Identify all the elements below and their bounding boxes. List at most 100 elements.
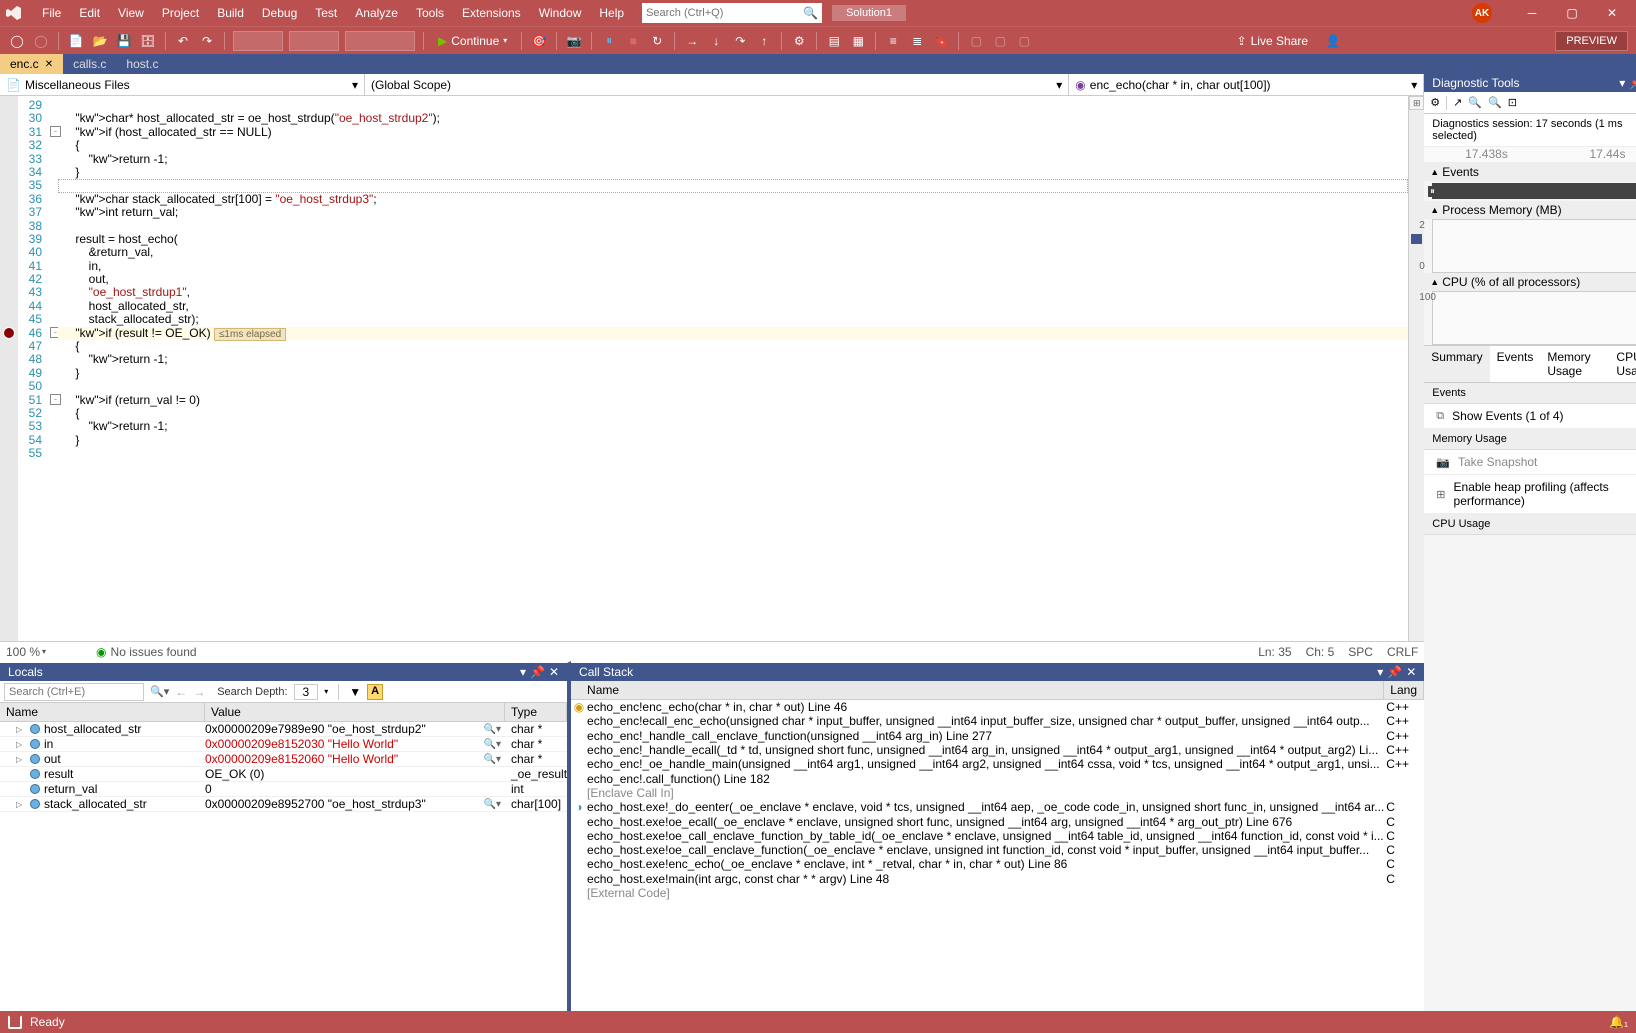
menu-file[interactable]: File bbox=[34, 3, 69, 23]
nav-back-icon[interactable]: ← bbox=[175, 685, 187, 699]
menu-help[interactable]: Help bbox=[591, 3, 632, 23]
nav-back-icon[interactable]: ◯ bbox=[8, 32, 26, 50]
open-icon[interactable]: 📂 bbox=[91, 32, 109, 50]
debug-target-icon[interactable]: 🎯 bbox=[530, 32, 548, 50]
diag-tab[interactable]: CPU Usage bbox=[1609, 346, 1636, 382]
doc-tab[interactable]: host.c bbox=[116, 54, 168, 74]
highlight-icon[interactable]: A bbox=[367, 684, 383, 700]
tool4-icon[interactable]: ≡ bbox=[884, 32, 902, 50]
close-icon[interactable]: ✕ bbox=[549, 665, 559, 679]
diag-tab[interactable]: Events bbox=[1490, 346, 1541, 382]
cs-hdr-lang[interactable]: Lang bbox=[1384, 681, 1424, 699]
callstack-row[interactable]: echo_host.exe!oe_call_enclave_function_b… bbox=[571, 829, 1424, 843]
filter-icon[interactable]: ▼ bbox=[349, 685, 361, 699]
locals-search-input[interactable] bbox=[4, 683, 144, 701]
menu-analyze[interactable]: Analyze bbox=[347, 3, 406, 23]
locals-row[interactable]: return_val0int bbox=[0, 782, 567, 797]
cs-hdr-name[interactable]: Name bbox=[571, 681, 1384, 699]
show-events-item[interactable]: ⧉Show Events (1 of 4) bbox=[1424, 404, 1636, 429]
view-icon[interactable]: 🔍▾ bbox=[484, 799, 501, 810]
nav-scope-combo[interactable]: (Global Scope) ▾ bbox=[365, 74, 1069, 95]
step-into-icon[interactable]: ↓ bbox=[707, 32, 725, 50]
preview-button[interactable]: PREVIEW bbox=[1555, 31, 1628, 51]
callstack-row[interactable]: [External Code] bbox=[571, 886, 1424, 900]
diag-procmem-header[interactable]: ▲Process Memory (MB)▼● bbox=[1424, 201, 1636, 219]
minimize-button[interactable]: ─ bbox=[1512, 0, 1552, 26]
tool-icon[interactable]: ⚙ bbox=[790, 32, 808, 50]
heap-profiling-item[interactable]: ⊞Enable heap profiling (affects performa… bbox=[1424, 475, 1636, 514]
locals-row[interactable]: ▷stack_allocated_str0x00000209e8952700 "… bbox=[0, 797, 567, 812]
callstack-row[interactable]: echo_enc!_handle_ecall(_td * td, unsigne… bbox=[571, 743, 1424, 757]
tool8-icon[interactable]: ▢ bbox=[1015, 32, 1033, 50]
reset-zoom-icon[interactable]: ⊡ bbox=[1508, 96, 1517, 109]
diag-tab[interactable]: Memory Usage bbox=[1540, 346, 1609, 382]
nav-fwd-icon[interactable]: → bbox=[193, 685, 205, 699]
global-search[interactable]: 🔍 bbox=[642, 3, 822, 23]
gear-icon[interactable]: ⚙ bbox=[1430, 96, 1440, 109]
breakpoint-icon[interactable] bbox=[3, 327, 15, 339]
callstack-row[interactable]: [Enclave Call In] bbox=[571, 786, 1424, 800]
tool7-icon[interactable]: ▢ bbox=[991, 32, 1009, 50]
pin-icon[interactable]: 📌 bbox=[1387, 665, 1402, 679]
close-tab-icon[interactable]: ✕ bbox=[45, 59, 53, 70]
save-icon[interactable]: 💾 bbox=[115, 32, 133, 50]
tool2-icon[interactable]: ▤ bbox=[825, 32, 843, 50]
pin-icon[interactable]: 📌 bbox=[1629, 76, 1636, 90]
feedback-icon[interactable]: 👤 bbox=[1324, 32, 1342, 50]
callstack-row[interactable]: ◉echo_enc!enc_echo(char * in, char * out… bbox=[571, 700, 1424, 714]
callstack-row[interactable]: echo_host.exe!oe_call_enclave_function(_… bbox=[571, 843, 1424, 857]
locals-row[interactable]: ▷host_allocated_str0x00000209e7989e90 "o… bbox=[0, 722, 567, 737]
editor-content[interactable]: "kw">char* host_allocated_str = oe_host_… bbox=[58, 96, 1408, 641]
zoom-in-icon[interactable]: 🔍 bbox=[1468, 96, 1482, 109]
restart-icon[interactable]: ↻ bbox=[648, 32, 666, 50]
solution-name[interactable]: Solution1 bbox=[832, 5, 906, 21]
callstack-row[interactable]: echo_host.exe!main(int argc, const char … bbox=[571, 872, 1424, 886]
doc-tab[interactable]: calls.c bbox=[63, 54, 116, 74]
menu-view[interactable]: View bbox=[110, 3, 152, 23]
zoom-out-icon[interactable]: 🔍 bbox=[1488, 96, 1502, 109]
dropdown-icon[interactable]: ▾ bbox=[1377, 665, 1383, 679]
tool6-icon[interactable]: ▢ bbox=[967, 32, 985, 50]
menu-edit[interactable]: Edit bbox=[71, 3, 108, 23]
locals-row[interactable]: ▷out0x00000209e8152060 "Hello World"🔍▾ch… bbox=[0, 752, 567, 767]
step-over-icon[interactable]: ↷ bbox=[731, 32, 749, 50]
show-next-icon[interactable]: → bbox=[683, 32, 701, 50]
search-icon[interactable]: 🔍▾ bbox=[150, 685, 169, 698]
locals-row[interactable]: ▷in0x00000209e8152030 "Hello World"🔍▾cha… bbox=[0, 737, 567, 752]
callstack-row[interactable]: echo_enc!ecall_enc_echo(unsigned char * … bbox=[571, 714, 1424, 728]
view-icon[interactable]: 🔍▾ bbox=[484, 754, 501, 765]
callstack-row[interactable]: echo_enc!_handle_call_enclave_function(u… bbox=[571, 729, 1424, 743]
bookmark-icon[interactable]: 🔖 bbox=[932, 32, 950, 50]
menu-debug[interactable]: Debug bbox=[254, 3, 305, 23]
target-combo[interactable] bbox=[345, 31, 415, 51]
locals-hdr-type[interactable]: Type bbox=[505, 703, 567, 721]
callstack-row[interactable]: echo_host.exe!enc_echo(_oe_enclave * enc… bbox=[571, 857, 1424, 871]
search-input[interactable] bbox=[646, 7, 796, 19]
live-share-button[interactable]: ⇪ Live Share bbox=[1237, 34, 1308, 48]
callstack-row[interactable]: echo_host.exe!oe_ecall(_oe_enclave * enc… bbox=[571, 814, 1424, 828]
pause-icon[interactable]: ⏸ bbox=[600, 32, 618, 50]
view-icon[interactable]: 🔍▾ bbox=[484, 739, 501, 750]
pin-icon[interactable]: 📌 bbox=[530, 665, 545, 679]
menu-test[interactable]: Test bbox=[307, 3, 345, 23]
locals-hdr-value[interactable]: Value bbox=[205, 703, 505, 721]
callstack-row[interactable]: echo_enc!.call_function() Line 182 bbox=[571, 771, 1424, 785]
split-icon[interactable]: ⊞ bbox=[1409, 96, 1424, 110]
doc-tab[interactable]: enc.c✕ bbox=[0, 54, 63, 74]
notification-icon[interactable]: 🔔₁ bbox=[1609, 1015, 1628, 1029]
menu-project[interactable]: Project bbox=[154, 3, 207, 23]
maximize-button[interactable]: ▢ bbox=[1552, 0, 1592, 26]
stop-icon[interactable]: ■ bbox=[624, 32, 642, 50]
save-all-icon[interactable]: 🗄 bbox=[139, 32, 157, 50]
user-avatar[interactable]: AK bbox=[1472, 3, 1492, 23]
nav-project-combo[interactable]: 📄 Miscellaneous Files ▾ bbox=[0, 74, 365, 95]
redo-icon[interactable]: ↷ bbox=[198, 32, 216, 50]
dropdown-icon[interactable]: ▾ bbox=[520, 665, 526, 679]
callstack-row[interactable]: echo_enc!_oe_handle_main(unsigned __int6… bbox=[571, 757, 1424, 771]
menu-extensions[interactable]: Extensions bbox=[454, 3, 529, 23]
editor-scrollbar[interactable]: ⊞ bbox=[1408, 96, 1424, 641]
select-tool-icon[interactable]: ↗ bbox=[1453, 96, 1462, 109]
menu-window[interactable]: Window bbox=[531, 3, 590, 23]
menu-tools[interactable]: Tools bbox=[408, 3, 452, 23]
nav-function-combo[interactable]: ◉ enc_echo(char * in, char out[100]) ▾ bbox=[1069, 74, 1424, 95]
